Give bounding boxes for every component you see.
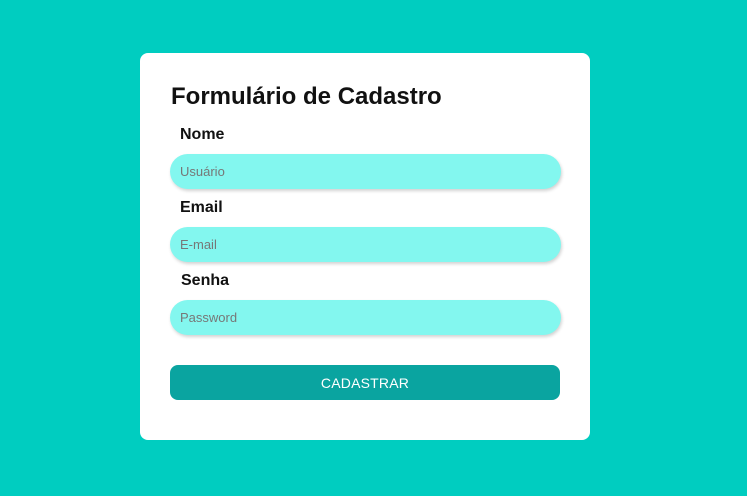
password-label: Senha <box>181 272 230 289</box>
registration-form-card: Formulário de Cadastro Nome Email Senha … <box>140 53 590 440</box>
password-input[interactable] <box>170 300 561 335</box>
register-button[interactable]: CADASTRAR <box>170 365 560 400</box>
email-label: Email <box>180 199 223 216</box>
name-input[interactable] <box>170 154 561 189</box>
email-input[interactable] <box>170 227 561 262</box>
name-label: Nome <box>180 126 225 143</box>
page-background: Formulário de Cadastro Nome Email Senha … <box>0 0 747 496</box>
form-title: Formulário de Cadastro <box>171 83 442 110</box>
